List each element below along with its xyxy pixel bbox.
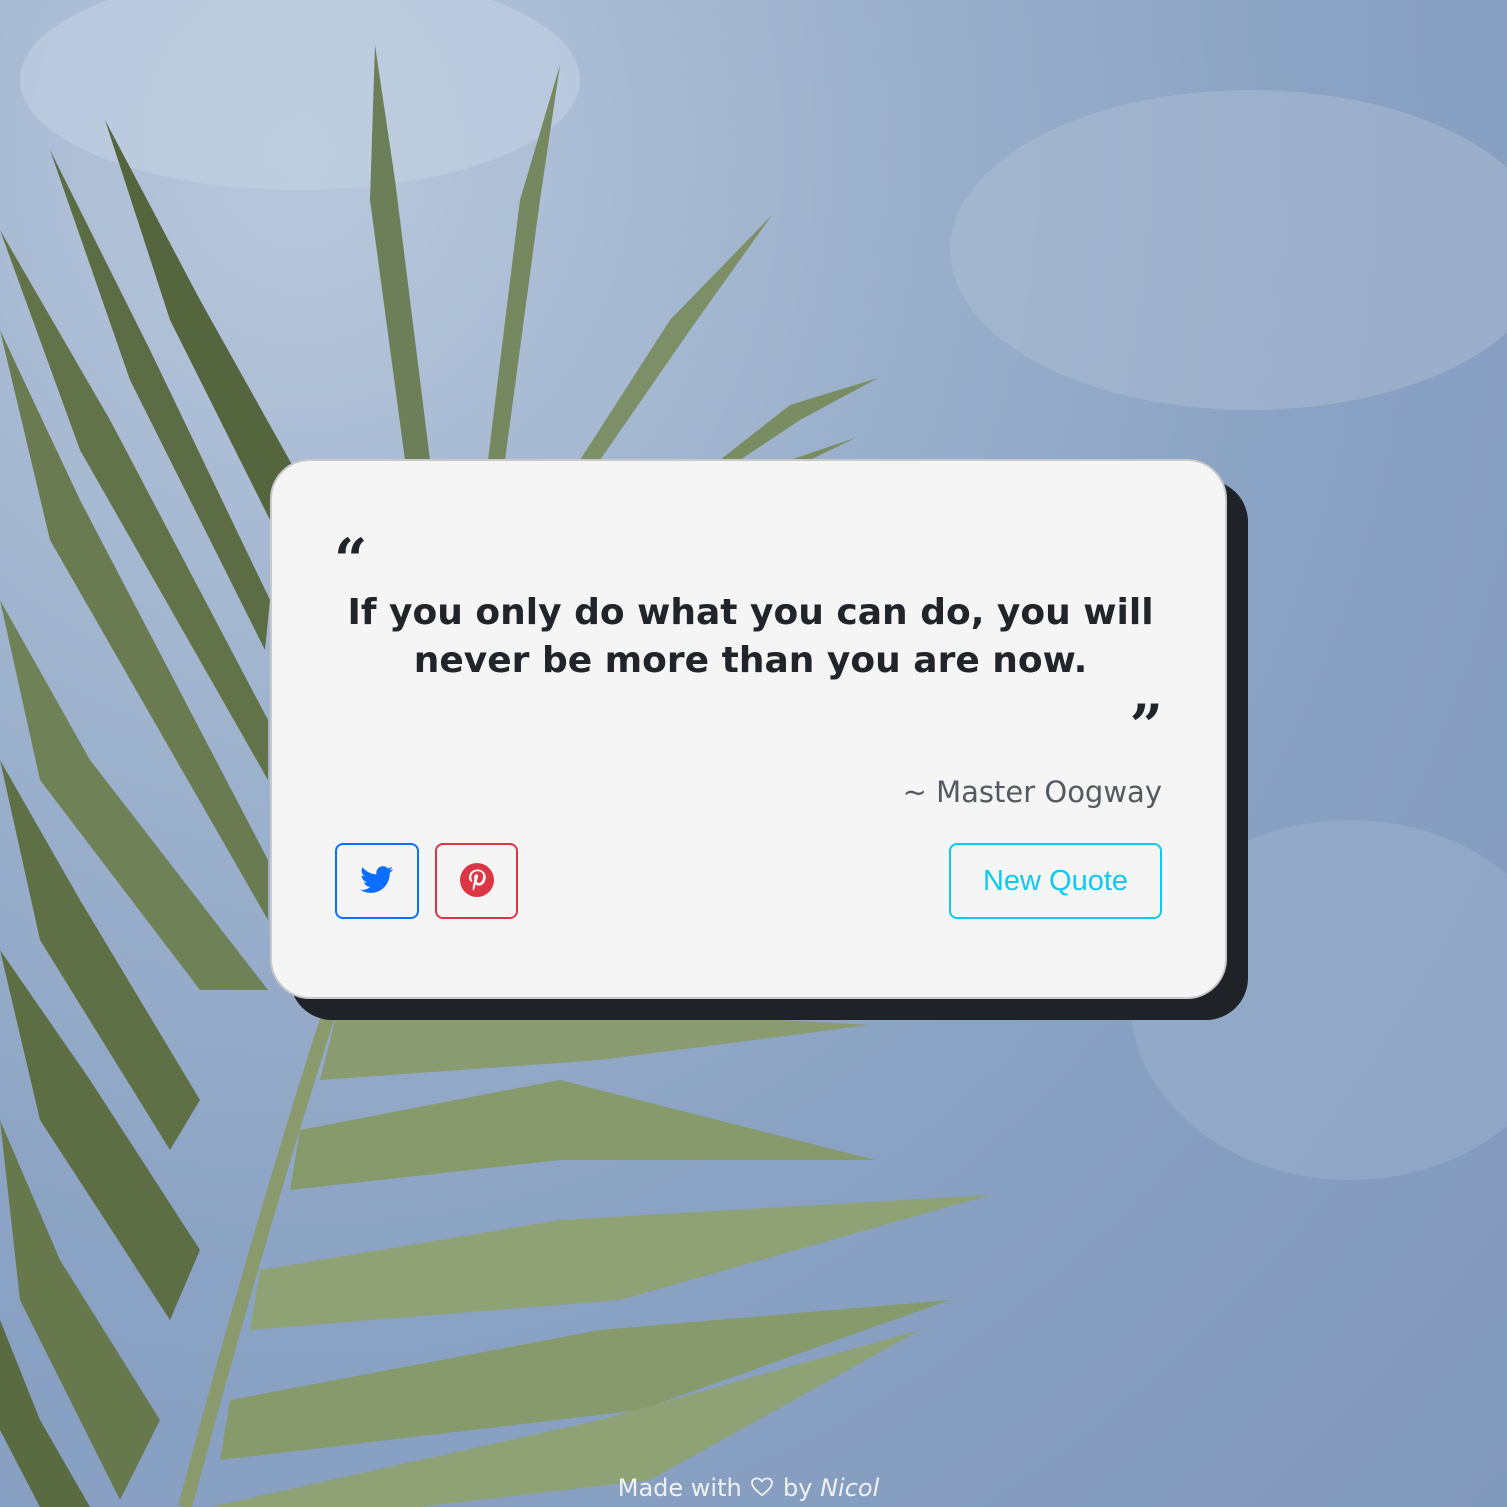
pinterest-icon: [459, 862, 494, 900]
quote-author: ~ Master Oogway: [902, 775, 1162, 809]
heart-outline-icon: [751, 1475, 774, 1503]
tweet-button[interactable]: [335, 843, 419, 919]
footer-author-link[interactable]: Nicol: [820, 1474, 879, 1502]
footer-by: by: [783, 1474, 813, 1502]
twitter-icon: [360, 865, 394, 897]
quote-card: “ If you only do what you can do, you wi…: [270, 459, 1227, 999]
footer-made-with: Made with: [617, 1474, 742, 1502]
open-quote-icon: “: [334, 526, 368, 594]
new-quote-button[interactable]: New Quote: [949, 843, 1162, 919]
pinterest-button[interactable]: [435, 843, 518, 919]
footer: Made with by Nicol: [0, 1474, 1497, 1503]
quote-text: If you only do what you can do, you will…: [347, 592, 1154, 681]
close-quote-icon: ”: [1129, 692, 1163, 760]
